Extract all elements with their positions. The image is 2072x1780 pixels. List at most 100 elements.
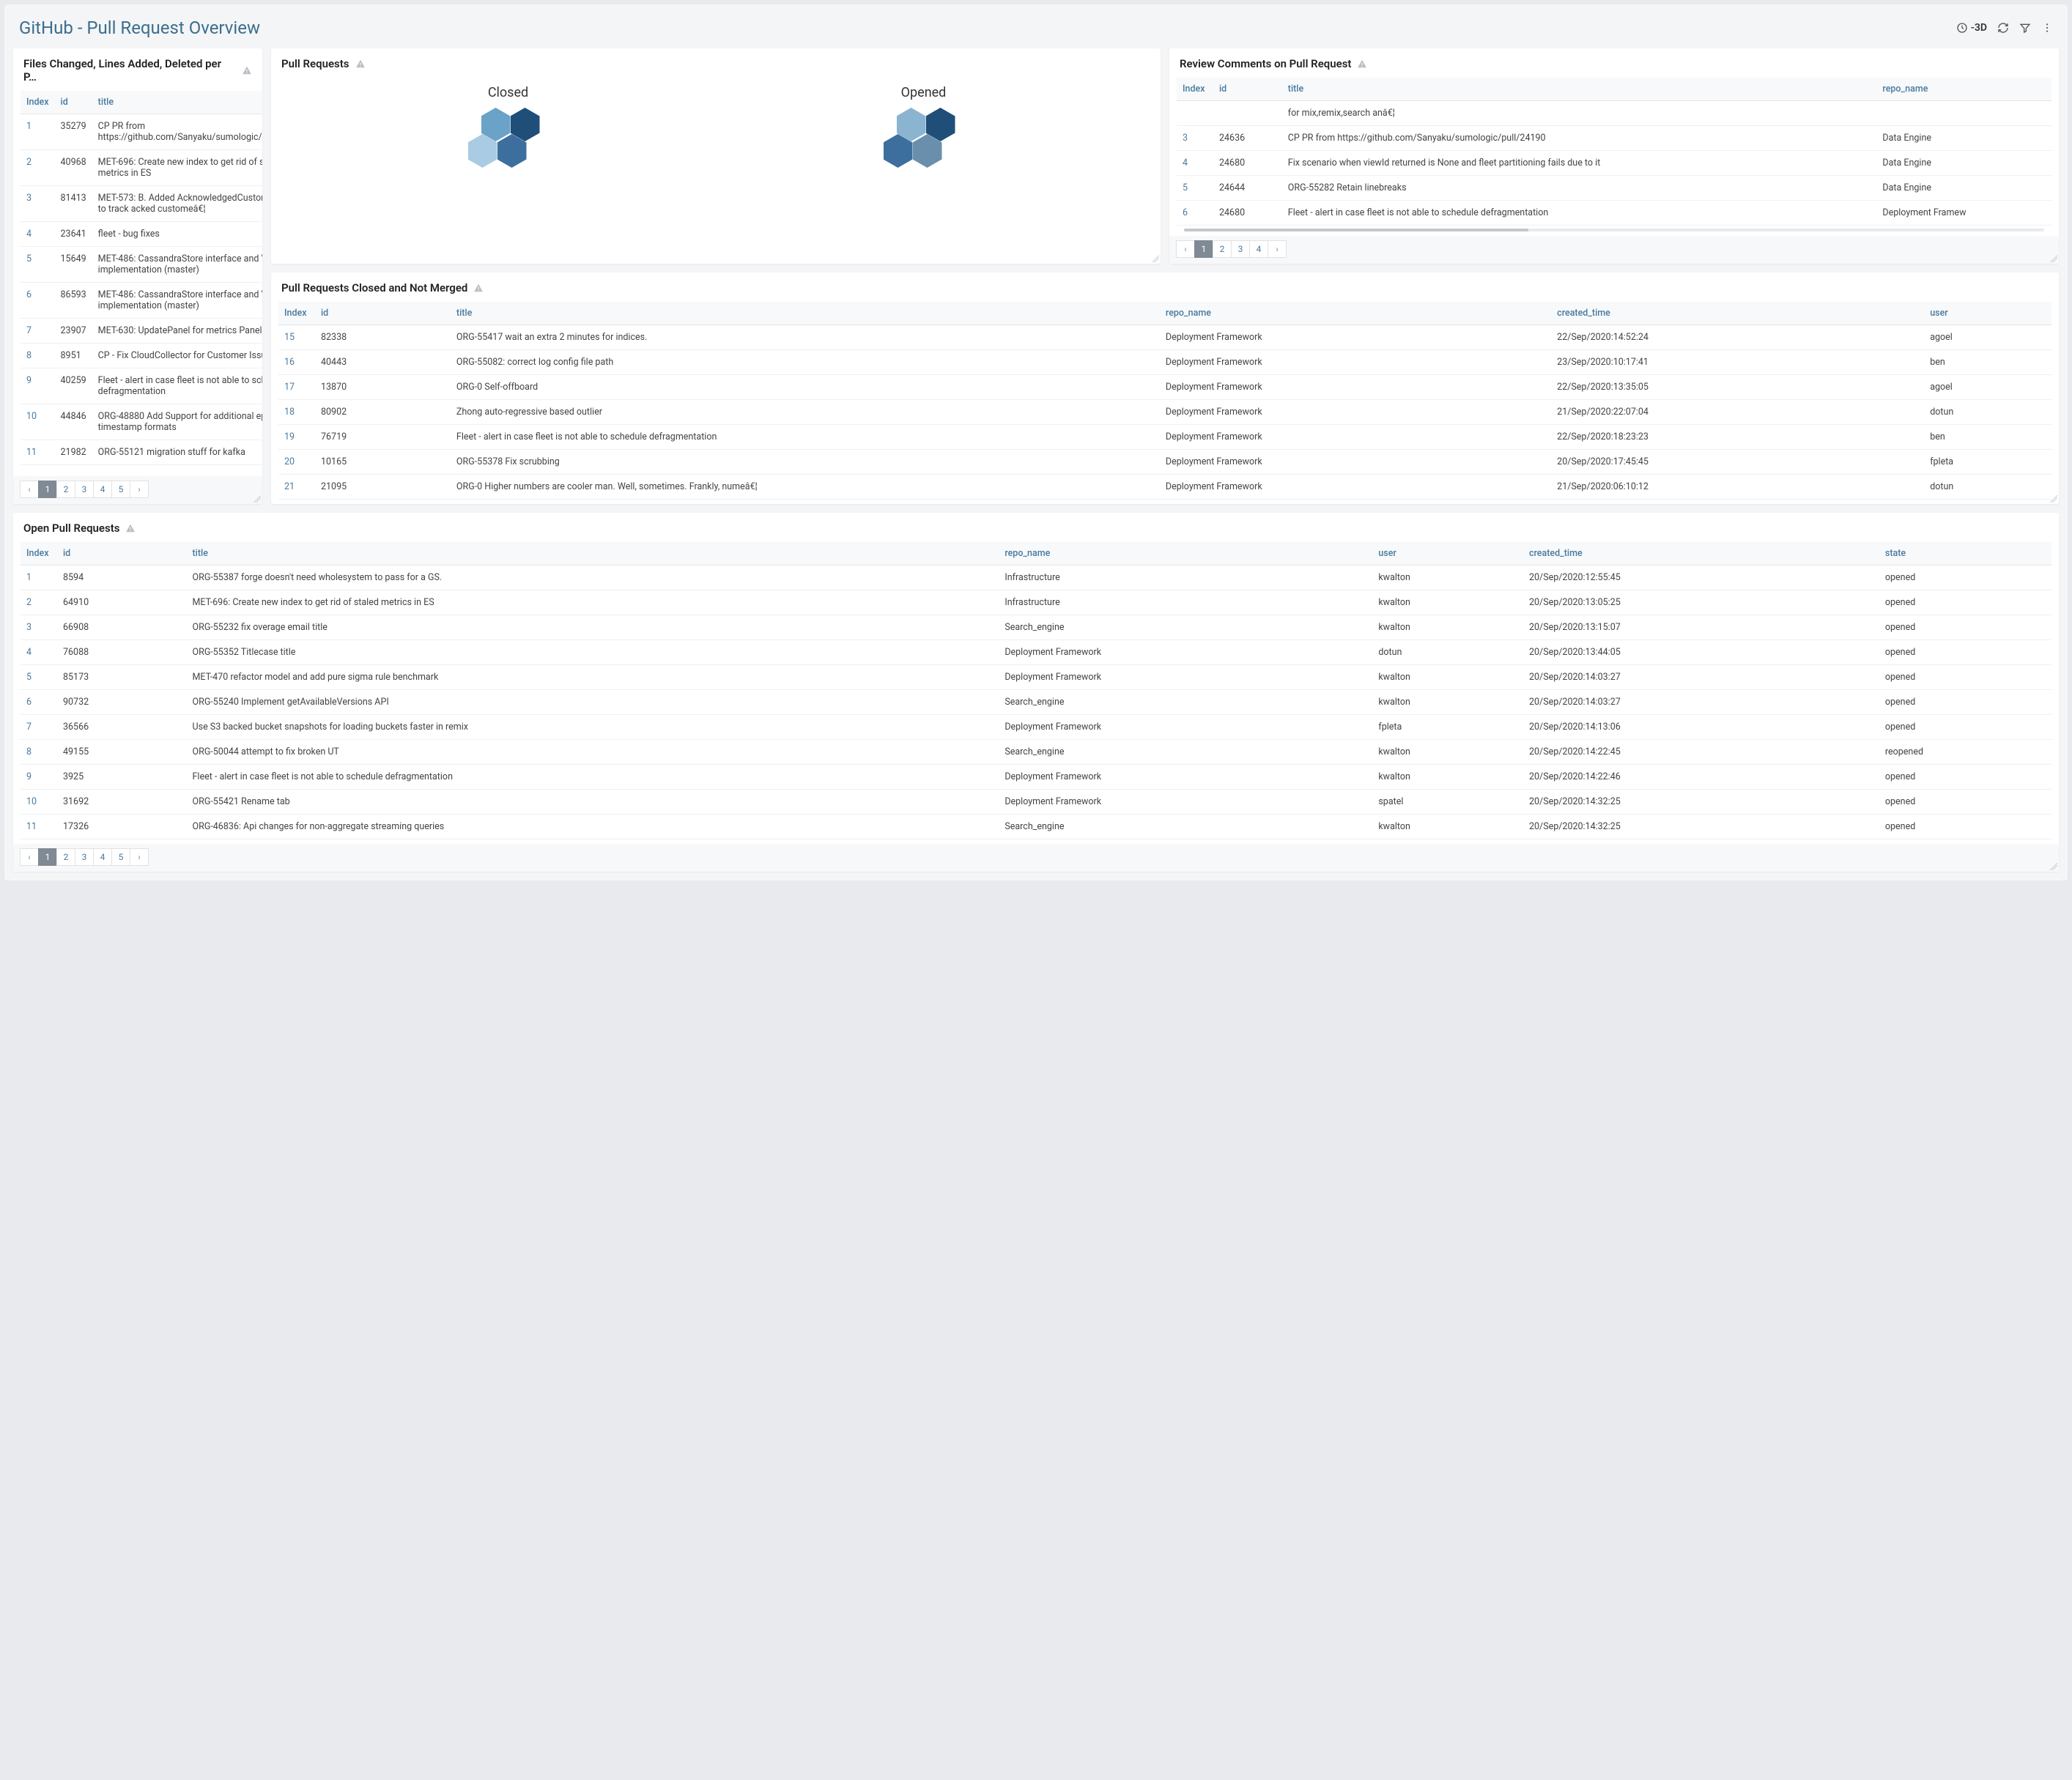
resize-handle[interactable] [2050,863,2057,870]
table-row[interactable]: 1976719Fleet - alert in case fleet is no… [278,425,2051,450]
time-range-picker[interactable]: -3D [1956,22,1987,34]
panel-closed-not-merged: Pull Requests Closed and Not Merged Inde… [271,272,2059,504]
pager-prev[interactable]: ‹ [20,848,39,866]
panel-pull-requests: Pull Requests Closed Opened [271,48,1161,264]
panel-title: Pull Requests [281,57,349,70]
table-row[interactable]: 476088ORG-55352 Titlecase titleDeploymen… [21,640,2051,665]
col-id[interactable]: id [57,542,187,565]
pager-next[interactable]: › [1268,240,1287,258]
filter-button[interactable] [2019,22,2031,34]
h-scrollbar[interactable] [1184,229,2044,231]
table-row[interactable]: 93925Fleet - alert in case fleet is not … [21,765,2051,790]
table-row[interactable]: 135279CP PR from https://github.com/Sany… [21,114,262,150]
col-repo[interactable]: repo_name [1876,78,2051,101]
col-title[interactable]: title [92,91,262,114]
table-row[interactable]: 1031692ORG-55421 Rename tabDeployment Fr… [21,790,2051,815]
panel-grid: Files Changed, Lines Added, Deleted per … [4,48,2068,880]
pager-page[interactable]: 4 [93,848,112,866]
col-title[interactable]: title [451,302,1160,325]
pager-page[interactable]: 3 [1231,240,1250,258]
col-state[interactable]: state [1879,542,2051,565]
table-row[interactable]: 585173MET-470 refactor model and add pur… [21,665,2051,690]
pager-page[interactable]: 4 [93,481,112,498]
table-row[interactable]: 264910MET-696: Create new index to get r… [21,590,2051,615]
table-row[interactable]: 1582338ORG-55417 wait an extra 2 minutes… [278,325,2051,350]
table-row[interactable]: 524644ORG-55282 Retain linebreaksData En… [1177,176,2051,201]
table-row[interactable]: 690732ORG-55240 Implement getAvailableVe… [21,690,2051,715]
table-row[interactable]: 324636CP PR from https://github.com/Sany… [1177,126,2051,151]
warning-icon [473,283,484,293]
table-row[interactable]: 1880902Zhong auto-regressive based outli… [278,400,2051,425]
table-row[interactable]: 240968MET-696: Create new index to get r… [21,150,262,186]
table-row[interactable]: 424680Fix scenario when viewId returned … [1177,151,2051,176]
col-id[interactable]: id [55,91,92,114]
table-row[interactable]: for mix,remix,search anâ€¦ [1177,101,2051,126]
more-menu-button[interactable] [2041,22,2053,34]
col-index[interactable]: Index [21,542,57,565]
warning-icon [355,59,366,69]
col-title[interactable]: title [187,542,999,565]
pager-page[interactable]: 1 [1194,240,1213,258]
table-row[interactable]: 1044846ORG-48880 Add Support for additio… [21,404,262,440]
closed-table: Index id title repo_name created_time us… [278,302,2051,500]
pager-page[interactable]: 3 [75,481,94,498]
pager-page[interactable]: 1 [38,481,57,498]
pager-prev[interactable]: ‹ [1176,240,1195,258]
col-time[interactable]: created_time [1551,302,1924,325]
panel-files-changed: Files Changed, Lines Added, Deleted per … [13,48,262,504]
col-repo[interactable]: repo_name [999,542,1372,565]
col-repo[interactable]: repo_name [1160,302,1551,325]
table-row[interactable]: 940259Fleet - alert in case fleet is not… [21,368,262,404]
pager-page[interactable]: 2 [56,848,75,866]
table-row[interactable]: 18594ORG-55387 forge doesn't need wholes… [21,565,2051,590]
col-title[interactable]: title [1282,78,1877,101]
table-row[interactable]: 686593MET-486: CassandraStore interface … [21,283,262,319]
table-row[interactable]: 624680Fleet - alert in case fleet is not… [1177,201,2051,226]
table-row[interactable]: 515649MET-486: CassandraStore interface … [21,247,262,283]
table-row[interactable]: 366908ORG-55232 fix overage email titleS… [21,615,2051,640]
col-index[interactable]: Index [21,91,55,114]
resize-handle[interactable] [1152,255,1159,262]
col-index[interactable]: Index [1177,78,1213,101]
honeycomb-opened[interactable]: Opened [884,85,964,181]
col-index[interactable]: Index [278,302,315,325]
resize-handle[interactable] [2050,255,2057,262]
pager-page[interactable]: 5 [111,848,130,866]
col-id[interactable]: id [1213,78,1282,101]
col-time[interactable]: created_time [1523,542,1879,565]
refresh-button[interactable] [1997,22,2009,34]
table-row[interactable]: 88951CP - Fix CloudCollector for Custome… [21,344,262,368]
pager-page[interactable]: 4 [1249,240,1268,258]
panel-title: Open Pull Requests [23,522,119,535]
panel-open-prs: Open Pull Requests Index id title repo_n… [13,513,2059,872]
table-row[interactable]: 423641fleet - bug fixes [21,222,262,247]
col-user[interactable]: user [1372,542,1523,565]
table-row[interactable]: 2010165ORG-55378 Fix scrubbingDeployment… [278,450,2051,475]
col-user[interactable]: user [1924,302,2051,325]
resize-handle[interactable] [2050,495,2057,503]
pager-next[interactable]: › [130,481,149,498]
table-row[interactable]: 2121095ORG-0 Higher numbers are cooler m… [278,475,2051,500]
col-id[interactable]: id [315,302,451,325]
table-row[interactable]: 1640443ORG-55082: correct log config fil… [278,350,2051,375]
warning-icon [125,523,136,533]
pager-page[interactable]: 1 [38,848,57,866]
table-row[interactable]: 381413MET-573: B. Added AcknowledgedCust… [21,186,262,222]
pager-prev[interactable]: ‹ [20,481,39,498]
pager-page[interactable]: 5 [111,481,130,498]
pager-page[interactable]: 2 [1213,240,1232,258]
open-table: Index id title repo_name user created_ti… [21,542,2051,839]
resize-handle[interactable] [254,495,261,503]
review-table: Index id title repo_name for mix,remix,s… [1177,78,2051,226]
table-row[interactable]: 1121982ORG-55121 migration stuff for kaf… [21,440,262,465]
pager-page[interactable]: 3 [75,848,94,866]
panel-review-comments: Review Comments on Pull Request Index id… [1169,48,2059,264]
table-row[interactable]: 723907MET-630: UpdatePanel for metrics P… [21,319,262,344]
table-row[interactable]: 736566Use S3 backed bucket snapshots for… [21,715,2051,740]
table-row[interactable]: 1713870ORG-0 Self-offboardDeployment Fra… [278,375,2051,400]
table-row[interactable]: 1117326ORG-46836: Api changes for non-ag… [21,815,2051,839]
honeycomb-closed[interactable]: Closed [468,85,549,181]
table-row[interactable]: 849155ORG-50044 attempt to fix broken UT… [21,740,2051,765]
pager-page[interactable]: 2 [56,481,75,498]
pager-next[interactable]: › [130,848,149,866]
